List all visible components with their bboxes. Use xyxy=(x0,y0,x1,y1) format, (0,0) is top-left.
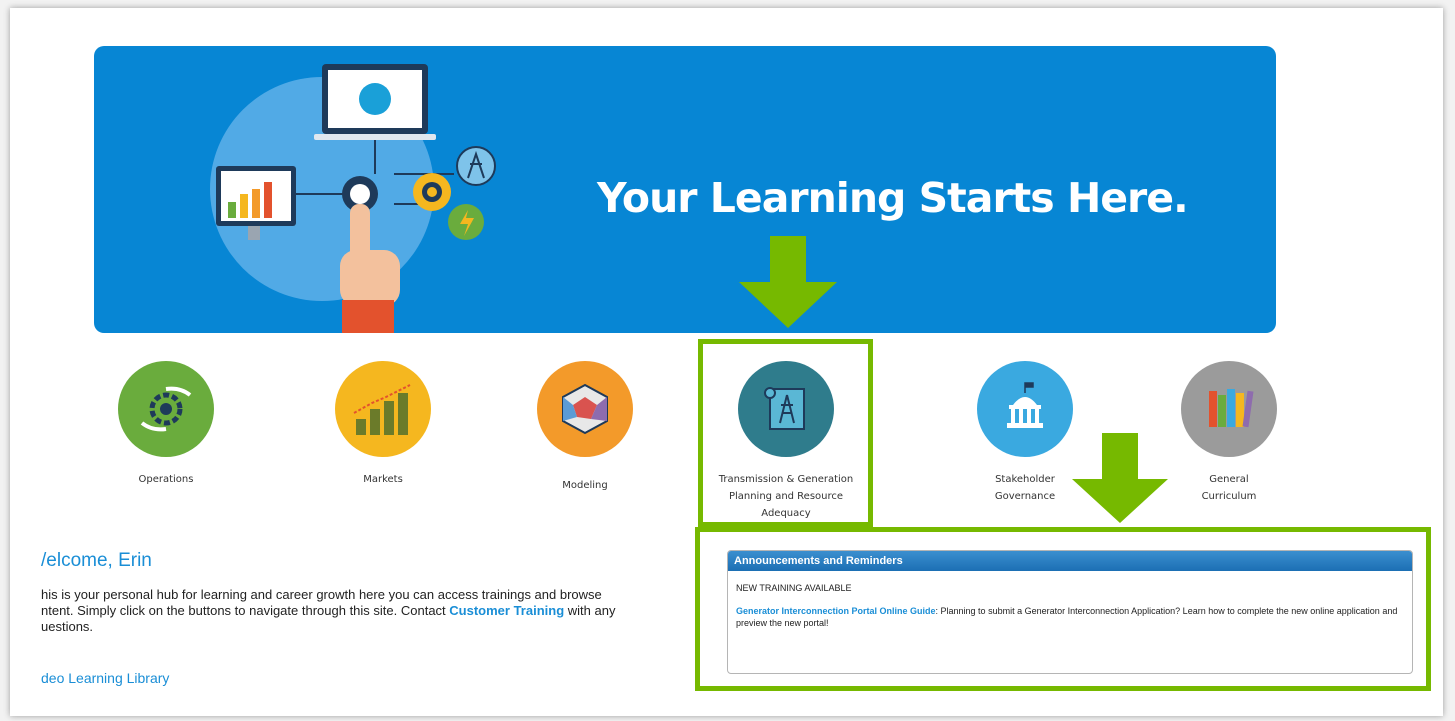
operations-gear-hands-icon xyxy=(118,361,214,457)
arrow-down-icon xyxy=(739,236,837,328)
markets-coins-chart-icon xyxy=(335,361,431,457)
category-label: Transmission & Generation Planning and R… xyxy=(718,474,854,519)
category-markets[interactable]: Markets xyxy=(298,361,468,488)
category-label: Stakeholder Governance xyxy=(994,474,1056,502)
page-frame: Your Learning Starts Here. Operations Ma… xyxy=(10,8,1443,716)
stakeholder-capitol-icon xyxy=(977,361,1073,457)
category-transmission[interactable]: Transmission & Generation Planning and R… xyxy=(701,361,871,522)
announcements-panel: Announcements and Reminders NEW TRAINING… xyxy=(727,550,1413,674)
general-books-icon xyxy=(1181,361,1277,457)
category-label: Modeling xyxy=(562,480,608,491)
category-label: General Curriculum xyxy=(1201,474,1257,502)
welcome-line: his is your personal hub for learning an… xyxy=(41,587,602,602)
welcome-line-text: with any xyxy=(567,603,616,618)
announcement-link[interactable]: Generator Interconnection Portal Online … xyxy=(736,606,936,616)
category-stakeholder[interactable]: Stakeholder Governance xyxy=(940,361,1110,505)
category-operations[interactable]: Operations xyxy=(81,361,251,488)
modeling-network-icon xyxy=(537,361,633,457)
welcome-text: his is your personal hub for learning an… xyxy=(41,587,681,635)
welcome-line: uestions. xyxy=(41,619,94,634)
announcement-subtitle: NEW TRAINING AVAILABLE xyxy=(736,583,852,593)
announcements-header: Announcements and Reminders xyxy=(728,551,1412,571)
category-label: Markets xyxy=(363,474,403,485)
transmission-blueprint-icon xyxy=(738,361,834,457)
video-library-link[interactable]: deo Learning Library xyxy=(41,670,169,686)
hero-title: Your Learning Starts Here. xyxy=(597,174,1189,222)
hero-illustration xyxy=(210,64,496,333)
category-label: Operations xyxy=(138,474,194,485)
category-general[interactable]: General Curriculum xyxy=(1144,361,1314,505)
announcement-body: Generator Interconnection Portal Online … xyxy=(736,605,1404,629)
welcome-line: ntent. Simply click on the buttons to na… xyxy=(41,603,681,619)
welcome-title: /elcome, Erin xyxy=(41,550,152,571)
category-modeling[interactable]: Modeling xyxy=(500,361,670,494)
welcome-line-text: ntent. Simply click on the buttons to na… xyxy=(41,603,446,618)
customer-training-link[interactable]: Customer Training xyxy=(449,603,564,618)
hero-banner: Your Learning Starts Here. xyxy=(94,46,1276,333)
